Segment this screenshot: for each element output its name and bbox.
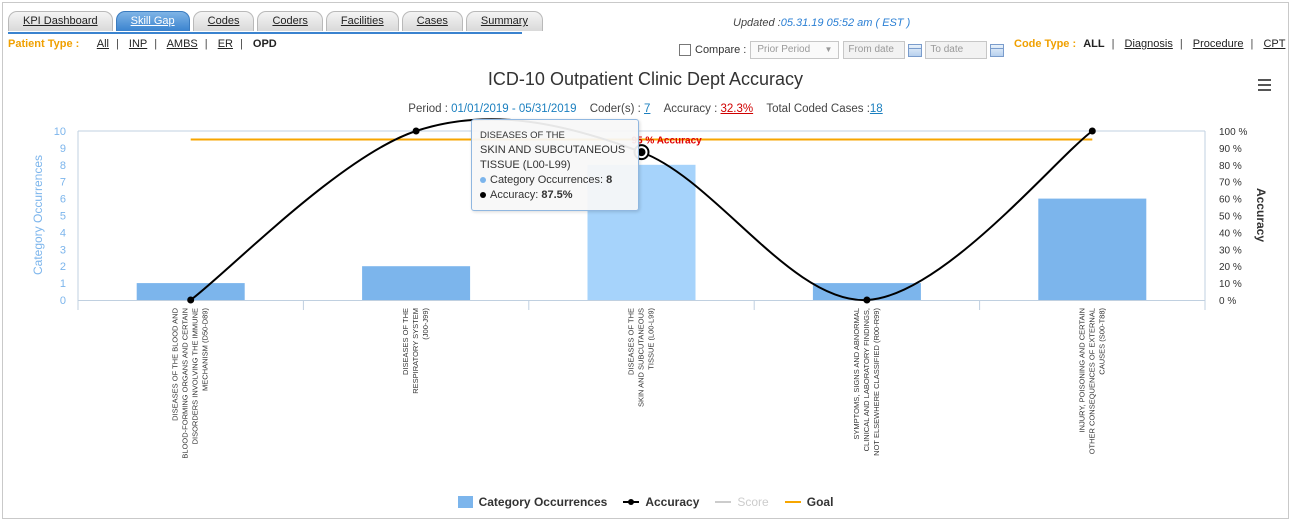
y2-tick-label: 60 %: [1219, 195, 1242, 206]
y-axis-title: Category Occurrences: [31, 155, 45, 275]
tooltip-line-1: DISEASES OF THE: [480, 130, 565, 141]
y-tick-label: 10: [54, 126, 66, 138]
x-tick-label: RESPIRATORY SYSTEM: [411, 308, 420, 394]
x-tick-label: (J00-J99): [421, 308, 430, 340]
tooltip-acc-label: Accuracy:: [490, 189, 539, 201]
y-tick-label: 3: [60, 244, 66, 256]
y-tick-label: 1: [60, 278, 66, 290]
tooltip-occ-label: Category Occurrences:: [490, 174, 604, 186]
x-tick-label: SYMPTOMS, SIGNS AND ABNORMAL: [852, 308, 861, 440]
legend-label: Score: [737, 495, 769, 509]
y-tick-label: 6: [60, 194, 66, 206]
x-tick-label: CLINICAL AND LABORATORY FINDINGS,: [862, 308, 871, 451]
y-tick-label: 5: [60, 211, 66, 223]
y2-tick-label: 90 %: [1219, 144, 1242, 155]
legend-label: Category Occurrences: [478, 495, 608, 509]
y2-tick-label: 80 %: [1219, 161, 1242, 172]
x-tick-label: MECHANISM (D50-D89): [201, 308, 210, 391]
x-tick-label: DISEASES OF THE BLOOD AND: [171, 307, 180, 420]
chart-legend: Category Occurrences Accuracy Score Goal: [0, 495, 1291, 509]
x-tick-label: BLOOD-FORMING ORGANS AND CERTAIN: [181, 308, 190, 459]
y2-tick-label: 30 %: [1219, 245, 1242, 256]
x-tick-label: SKIN AND SUBCUTANEOUS: [637, 308, 646, 407]
y-tick-label: 8: [60, 160, 66, 172]
y-tick-label: 4: [60, 227, 66, 239]
x-tick-label: CAUSES (S00-T88): [1097, 307, 1106, 374]
line-swatch-icon: [784, 496, 801, 508]
y2-axis-title: Accuracy: [1254, 188, 1268, 242]
tooltip-line-2: SKIN AND SUBCUTANEOUS: [480, 144, 626, 156]
occurrence-bar: [1038, 198, 1147, 300]
line-swatch-icon: [623, 496, 640, 508]
x-tick-label: DISEASES OF THE: [401, 308, 410, 375]
legend-label: Goal: [806, 495, 834, 509]
chart-tooltip: DISEASES OF THE SKIN AND SUBCUTANEOUS TI…: [471, 119, 639, 211]
tooltip-line-3: TISSUE (L00-L99): [480, 159, 571, 171]
accuracy-point: [187, 296, 195, 304]
line-swatch-icon: [715, 496, 732, 508]
x-tick-label: TISSUE (L00-L99): [647, 308, 656, 370]
x-tick-label: DISORDERS INVOLVING THE IMMUNE: [191, 308, 200, 444]
y-tick-label: 2: [60, 261, 66, 273]
y-tick-label: 0: [60, 295, 66, 307]
legend-item-occurrences[interactable]: Category Occurrences: [457, 495, 608, 509]
y2-tick-label: 0 %: [1219, 296, 1236, 307]
accuracy-point: [1088, 127, 1096, 135]
y2-tick-label: 40 %: [1219, 228, 1242, 239]
x-tick-label: NOT ELSEWHERE CLASSIFIED (R00-R99): [872, 308, 881, 456]
accuracy-point: [863, 296, 871, 304]
bullet-icon: [480, 177, 486, 184]
legend-item-score[interactable]: Score: [715, 495, 769, 509]
x-tick-label: DISEASES OF THE: [627, 308, 636, 375]
tooltip-occ-value: 8: [606, 174, 613, 186]
x-tick-label: OTHER CONSEQUENCES OF EXTERNAL: [1087, 308, 1096, 454]
legend-item-accuracy[interactable]: Accuracy: [623, 495, 699, 509]
legend-item-goal[interactable]: Goal: [784, 495, 834, 509]
accuracy-point: [412, 127, 420, 135]
y2-tick-label: 70 %: [1219, 178, 1242, 189]
legend-label: Accuracy: [645, 495, 700, 509]
tooltip-occurrences: Category Occurrences: 8: [480, 173, 630, 188]
y2-tick-label: 100 %: [1219, 127, 1247, 138]
occurrence-bar: [362, 266, 471, 300]
y2-tick-label: 10 %: [1219, 279, 1242, 290]
tooltip-acc-value: 87.5%: [541, 189, 573, 201]
y2-tick-label: 50 %: [1219, 212, 1242, 223]
y-tick-label: 7: [60, 177, 66, 189]
bar-swatch-icon: [457, 496, 473, 508]
y-tick-label: 9: [60, 143, 66, 155]
y2-tick-label: 20 %: [1219, 262, 1242, 273]
bullet-icon: [480, 192, 486, 199]
tooltip-accuracy: Accuracy: 87.5%: [480, 188, 630, 203]
x-tick-label: INJURY, POISONING AND CERTAIN: [1077, 308, 1086, 432]
accuracy-chart: 0123456789100 %10 %20 %30 %40 %50 %60 %7…: [31, 118, 1268, 459]
